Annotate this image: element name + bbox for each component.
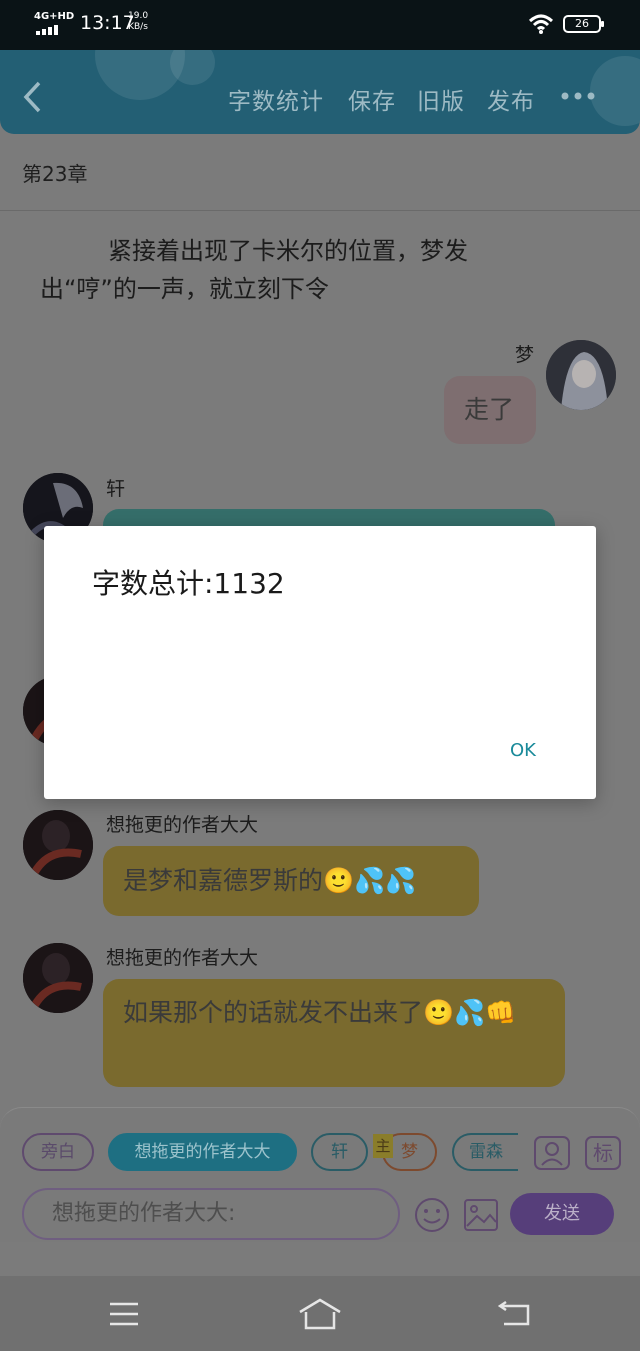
person-button[interactable] <box>534 1136 570 1170</box>
message-input[interactable]: 想拖更的作者大大: <box>22 1188 400 1240</box>
message-bubble[interactable]: 如果那个的话就发不出来了🙂💦👊 <box>103 979 565 1087</box>
network-speed: 19.0 KB/s <box>128 11 148 33</box>
image-button[interactable] <box>462 1196 500 1238</box>
clock: 13:17 <box>80 12 135 34</box>
tag-button[interactable]: 标 <box>585 1136 621 1170</box>
status-bar: 4G+HD 13:17 19.0 KB/s 26 <box>0 0 640 50</box>
narration-text: 紧接着出现了卡米尔的位置，梦发出“哼”的一声，就立刻下令 <box>40 237 468 303</box>
wifi-icon <box>528 14 554 34</box>
word-count-button[interactable]: 字数统计 <box>228 82 324 116</box>
role-chip-leisen[interactable]: 雷森 <box>452 1133 518 1171</box>
dialog-message: 字数总计:1132 <box>92 567 285 600</box>
avatar[interactable] <box>23 943 93 1013</box>
message-sender: 轩 <box>106 478 126 500</box>
speed-unit: KB/s <box>128 22 148 32</box>
ok-button[interactable]: OK <box>502 736 544 765</box>
word-count-dialog: 字数总计:1132 OK <box>44 526 596 799</box>
old-version-button[interactable]: 旧版 <box>417 82 465 116</box>
more-button[interactable] <box>560 80 596 108</box>
avatar[interactable] <box>546 340 616 410</box>
avatar[interactable] <box>23 810 93 880</box>
signal-icon <box>36 25 58 35</box>
send-button[interactable]: 发送 <box>510 1193 614 1235</box>
speed-value: 19.0 <box>128 11 149 21</box>
role-chip-xuan[interactable]: 轩 <box>311 1133 368 1171</box>
more-icon <box>561 92 595 100</box>
back-button[interactable] <box>22 80 42 118</box>
message-sender: 想拖更的作者大大 <box>106 814 259 836</box>
avatar-image <box>23 943 93 1013</box>
person-icon <box>541 1142 563 1166</box>
role-chip-author[interactable]: 想拖更的作者大大 <box>108 1133 297 1171</box>
divider <box>0 210 640 211</box>
system-nav-bar <box>0 1276 640 1351</box>
back-icon[interactable] <box>498 1300 532 1328</box>
avatar-image <box>23 810 93 880</box>
network-indicator: 4G+HD <box>34 11 75 22</box>
publish-button[interactable]: 发布 <box>487 82 535 116</box>
message-sender: 梦 <box>515 344 535 366</box>
chevron-left-icon <box>23 81 41 113</box>
smiley-icon <box>415 1198 449 1232</box>
message-bubble[interactable]: 是梦和嘉德罗斯的🙂💦💦 <box>103 846 479 916</box>
chapter-title: 第23章 <box>22 162 88 186</box>
battery-icon: 26 <box>563 15 604 33</box>
emoji-button[interactable] <box>413 1196 451 1238</box>
decor-bubble <box>590 56 640 126</box>
message-sender: 想拖更的作者大大 <box>106 947 259 969</box>
message-bubble[interactable]: 走了 <box>444 376 536 444</box>
avatar-image <box>546 340 616 410</box>
save-button[interactable]: 保存 <box>348 82 396 116</box>
role-chip-narrator[interactable]: 旁白 <box>22 1133 94 1171</box>
home-icon[interactable] <box>298 1298 342 1330</box>
app-header: 字数统计 保存 旧版 发布 <box>0 50 640 134</box>
menu-icon[interactable] <box>108 1300 140 1328</box>
image-icon <box>464 1199 498 1231</box>
main-role-tag: 主 <box>373 1134 393 1158</box>
